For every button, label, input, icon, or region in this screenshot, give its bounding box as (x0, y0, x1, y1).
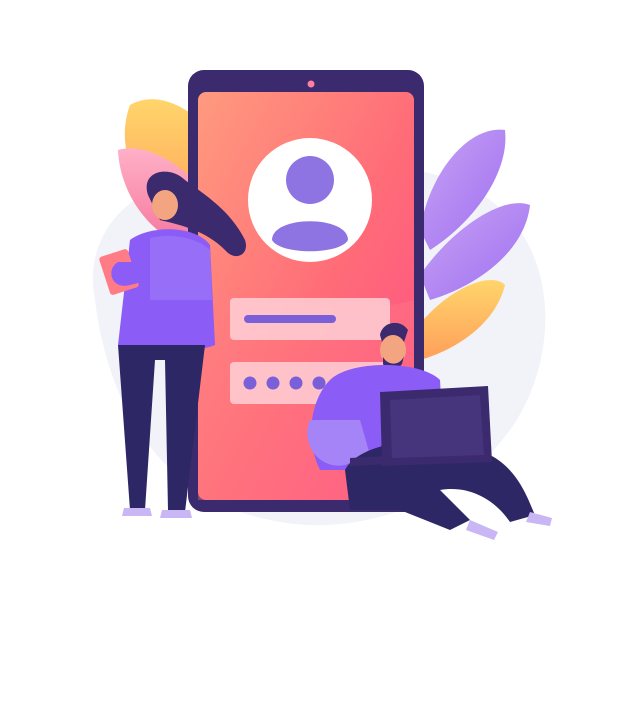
slide-description: Create user accounts with granular permi… (56, 656, 407, 690)
slide-title: Increase management efficiency (56, 617, 432, 644)
phone-login-illustration (0, 0, 630, 580)
slide-caption: Increase management efficiency Create us… (56, 616, 576, 692)
avatar-head (286, 156, 334, 204)
onboarding-slide: Increase management efficiency Create us… (0, 0, 630, 713)
